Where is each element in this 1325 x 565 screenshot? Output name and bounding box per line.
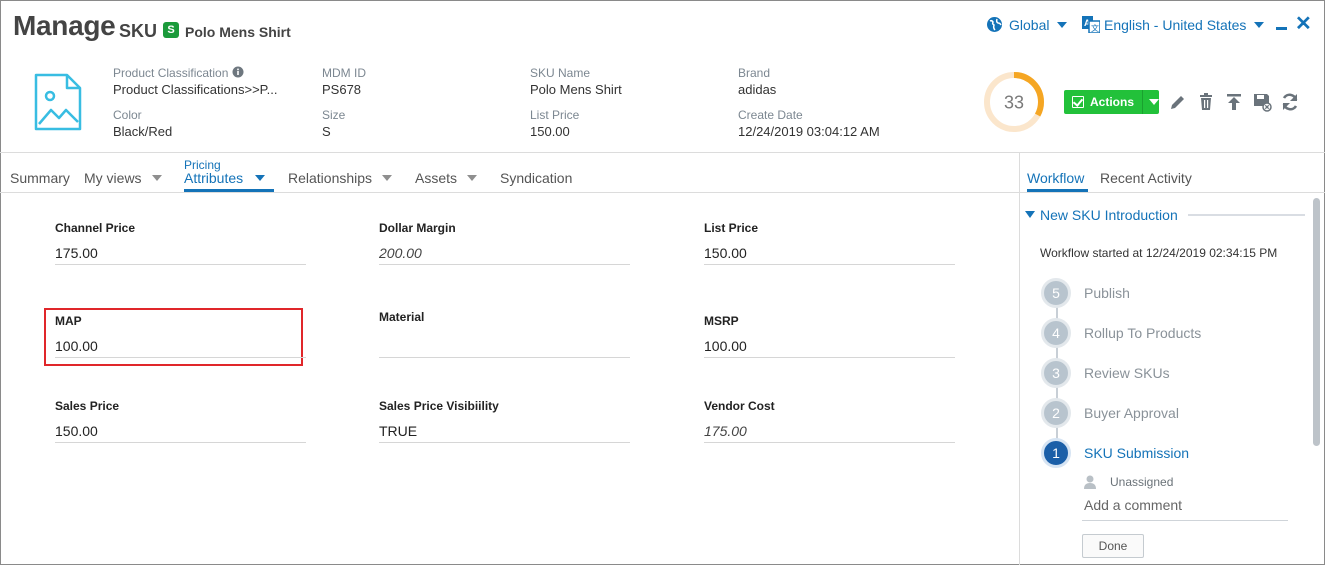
workflow-step-number-current: 1: [1041, 438, 1071, 468]
size-value: S: [322, 124, 331, 139]
workflow-step-rollup[interactable]: Rollup To Products: [1084, 325, 1201, 341]
entity-type: SKU: [119, 21, 158, 41]
workflow-step-number: 3: [1041, 358, 1071, 388]
collapse-caret-icon[interactable]: [1025, 211, 1035, 218]
completeness-score-value: 33: [1004, 93, 1024, 113]
attr-sales-price-visibility-label: Sales Price Visibiility: [379, 399, 499, 413]
brand-value: adidas: [738, 82, 777, 97]
checkbox-icon: [1072, 96, 1084, 108]
attr-list-price-value[interactable]: 150.00: [704, 245, 747, 261]
translate-icon: A 文: [1082, 16, 1100, 33]
assignee-label[interactable]: Unassigned: [1110, 475, 1173, 489]
tab-my-views[interactable]: My views: [84, 170, 162, 186]
sku-name-value: Polo Mens Shirt: [530, 82, 622, 97]
sku-name-label: SKU Name: [530, 66, 591, 80]
workflow-step-number: 4: [1041, 318, 1071, 348]
brand-label: Brand: [738, 66, 771, 80]
refresh-icon[interactable]: [1280, 92, 1300, 112]
workflow-step-sku-submission[interactable]: SKU Submission: [1084, 445, 1189, 461]
entity-name: Polo Mens Shirt: [185, 24, 291, 40]
attr-dollar-margin-label: Dollar Margin: [379, 221, 456, 235]
done-button[interactable]: Done: [1082, 534, 1144, 558]
actions-button[interactable]: Actions: [1064, 90, 1159, 114]
attr-msrp-value[interactable]: 100.00: [704, 338, 747, 354]
chevron-down-icon: [1149, 99, 1159, 105]
delete-icon[interactable]: [1196, 92, 1216, 112]
attr-material-label: Material: [379, 310, 425, 324]
language-dropdown[interactable]: A 文 English - United States: [1082, 16, 1265, 33]
completeness-score-ring[interactable]: 33: [982, 70, 1046, 134]
mdm-id-label: MDM ID: [322, 66, 366, 80]
info-icon[interactable]: [232, 66, 244, 78]
workflow-step-number: 2: [1041, 398, 1071, 428]
tab-relationships[interactable]: Relationships: [288, 170, 393, 186]
create-date-value: 12/24/2019 03:04:12 AM: [738, 124, 880, 139]
workflow-step-review-skus[interactable]: Review SKUs: [1084, 365, 1170, 381]
chevron-down-icon: [467, 175, 478, 181]
tab-attributes[interactable]: Attributes: [184, 170, 266, 186]
attr-sales-price-value[interactable]: 150.00: [55, 423, 98, 439]
user-icon: [1084, 475, 1096, 489]
attr-vendor-cost-value: 175.00: [704, 423, 747, 439]
workflow-title[interactable]: New SKU Introduction: [1040, 207, 1178, 223]
mdm-id-value: PS678: [322, 82, 362, 97]
attr-sales-price-label: Sales Price: [55, 399, 120, 413]
save-draft-icon[interactable]: [1252, 92, 1272, 112]
create-date-label: Create Date: [738, 108, 803, 122]
comment-input[interactable]: Add a comment: [1084, 497, 1182, 513]
chevron-down-icon: [1057, 21, 1068, 28]
edit-icon[interactable]: [1168, 92, 1188, 112]
workflow-started-text: Workflow started at 12/24/2019 02:34:15 …: [1040, 246, 1278, 260]
product-image-placeholder-icon[interactable]: [33, 72, 83, 132]
attr-list-price-label: List Price: [704, 221, 759, 235]
chevron-down-icon: [151, 175, 162, 181]
tab-syndication[interactable]: Syndication: [500, 170, 572, 186]
tab-recent-activity[interactable]: Recent Activity: [1100, 170, 1192, 186]
attr-vendor-cost-label: Vendor Cost: [704, 399, 775, 413]
svg-text:文: 文: [1091, 23, 1099, 33]
globe-icon: [987, 17, 1002, 32]
attr-map-value[interactable]: 100.00: [55, 338, 98, 354]
attr-map-label: MAP: [55, 314, 82, 328]
workflow-scrollbar[interactable]: [1313, 198, 1320, 446]
entity-type-badge: S: [163, 22, 179, 38]
attr-msrp-label: MSRP: [704, 314, 739, 328]
page-title: Manage: [13, 10, 116, 41]
workflow-step-buyer-approval[interactable]: Buyer Approval: [1084, 405, 1179, 421]
size-label: Size: [322, 108, 346, 122]
attr-channel-price-value[interactable]: 175.00: [55, 245, 98, 261]
list-price-value: 150.00: [530, 124, 570, 139]
product-classification-value: Product Classifications>>P...: [113, 82, 278, 97]
global-context-dropdown[interactable]: Global: [986, 16, 1068, 33]
attr-channel-price-label: Channel Price: [55, 221, 136, 235]
list-price-label: List Price: [530, 108, 580, 122]
publish-icon[interactable]: [1224, 92, 1244, 112]
language-label: English - United States: [1104, 16, 1247, 33]
workflow-step-publish[interactable]: Publish: [1084, 285, 1130, 301]
color-label: Color: [113, 108, 142, 122]
workflow-step-number: 5: [1041, 278, 1071, 308]
tab-summary[interactable]: Summary: [10, 170, 70, 186]
chevron-down-icon: [382, 175, 393, 181]
tab-workflow[interactable]: Workflow: [1027, 170, 1084, 186]
attr-dollar-margin-value: 200.00: [379, 245, 422, 261]
actions-label: Actions: [1089, 95, 1134, 109]
tab-assets[interactable]: Assets: [415, 170, 478, 186]
chevron-down-icon: [255, 175, 266, 181]
product-classification-label: Product Classification: [113, 66, 244, 80]
close-icon[interactable]: ✕: [1295, 14, 1312, 34]
color-value: Black/Red: [113, 124, 173, 139]
global-context-label: Global: [1009, 16, 1050, 33]
attr-sales-price-visibility-value[interactable]: TRUE: [379, 423, 417, 439]
minimize-icon[interactable]: [1276, 27, 1287, 30]
chevron-down-icon: [1254, 21, 1265, 28]
